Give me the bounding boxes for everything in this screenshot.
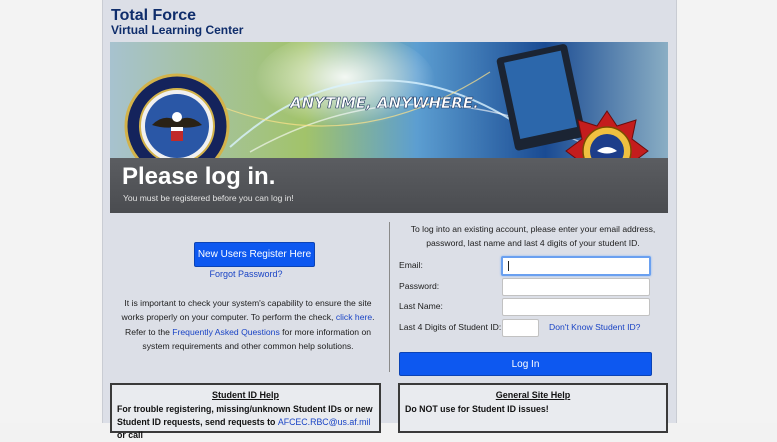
system-check-link[interactable]: click here bbox=[336, 312, 372, 322]
student-id-label: Last 4 Digits of Student ID: bbox=[399, 322, 502, 332]
page-margin-right bbox=[675, 0, 777, 423]
slogan-text: ANYTIME, ANYWHERE. bbox=[289, 94, 479, 112]
general-help-title: General Site Help bbox=[495, 390, 571, 400]
last-name-label: Last Name: bbox=[399, 301, 443, 311]
login-heading-strip: Please log in. You must be registered be… bbox=[110, 158, 668, 213]
login-instructions: To log into an existing account, please … bbox=[410, 224, 656, 249]
password-label: Password: bbox=[399, 281, 440, 291]
support-email-link[interactable]: AFCEC.RBC@us.af.mil bbox=[278, 417, 371, 427]
hero-banner: ANYTIME, ANYWHERE. Please log in. You mu… bbox=[110, 42, 668, 213]
register-button[interactable]: New Users Register Here bbox=[194, 242, 315, 267]
general-help-text: Do NOT use for Student ID issues! bbox=[405, 404, 549, 414]
text-caret bbox=[508, 261, 509, 271]
page-subtitle: You must be registered before you can lo… bbox=[123, 193, 294, 203]
student-id-help-box: Student ID Help For trouble registering,… bbox=[110, 383, 381, 440]
password-field[interactable] bbox=[502, 278, 650, 296]
student-id-help-title: Student ID Help bbox=[212, 390, 279, 400]
unknown-student-id-link[interactable]: Don't Know Student ID? bbox=[549, 322, 640, 332]
brand-subtitle: Virtual Learning Center bbox=[111, 23, 244, 37]
student-id-field[interactable] bbox=[502, 319, 539, 337]
system-check-text: It is important to check your system's c… bbox=[118, 296, 378, 353]
page-title: Please log in. bbox=[122, 163, 276, 190]
system-check-intro: It is important to check your system's c… bbox=[121, 298, 372, 323]
email-field[interactable] bbox=[501, 256, 651, 276]
page-margin-left bbox=[0, 0, 102, 423]
faq-link[interactable]: Frequently Asked Questions bbox=[172, 327, 279, 337]
column-divider bbox=[389, 222, 390, 372]
page-container: Total Force Virtual Learning Center ANYT… bbox=[102, 0, 677, 440]
forgot-password-link[interactable]: Forgot Password? bbox=[110, 269, 382, 279]
last-name-field[interactable] bbox=[502, 298, 650, 316]
login-button[interactable]: Log In bbox=[399, 352, 652, 376]
student-id-help-tail: or call bbox=[117, 430, 143, 440]
left-panel: New Users Register Here Forgot Password?… bbox=[110, 222, 382, 372]
email-label: Email: bbox=[399, 260, 423, 270]
general-help-box: General Site Help Do NOT use for Student… bbox=[398, 383, 668, 433]
login-form: To log into an existing account, please … bbox=[391, 222, 663, 376]
